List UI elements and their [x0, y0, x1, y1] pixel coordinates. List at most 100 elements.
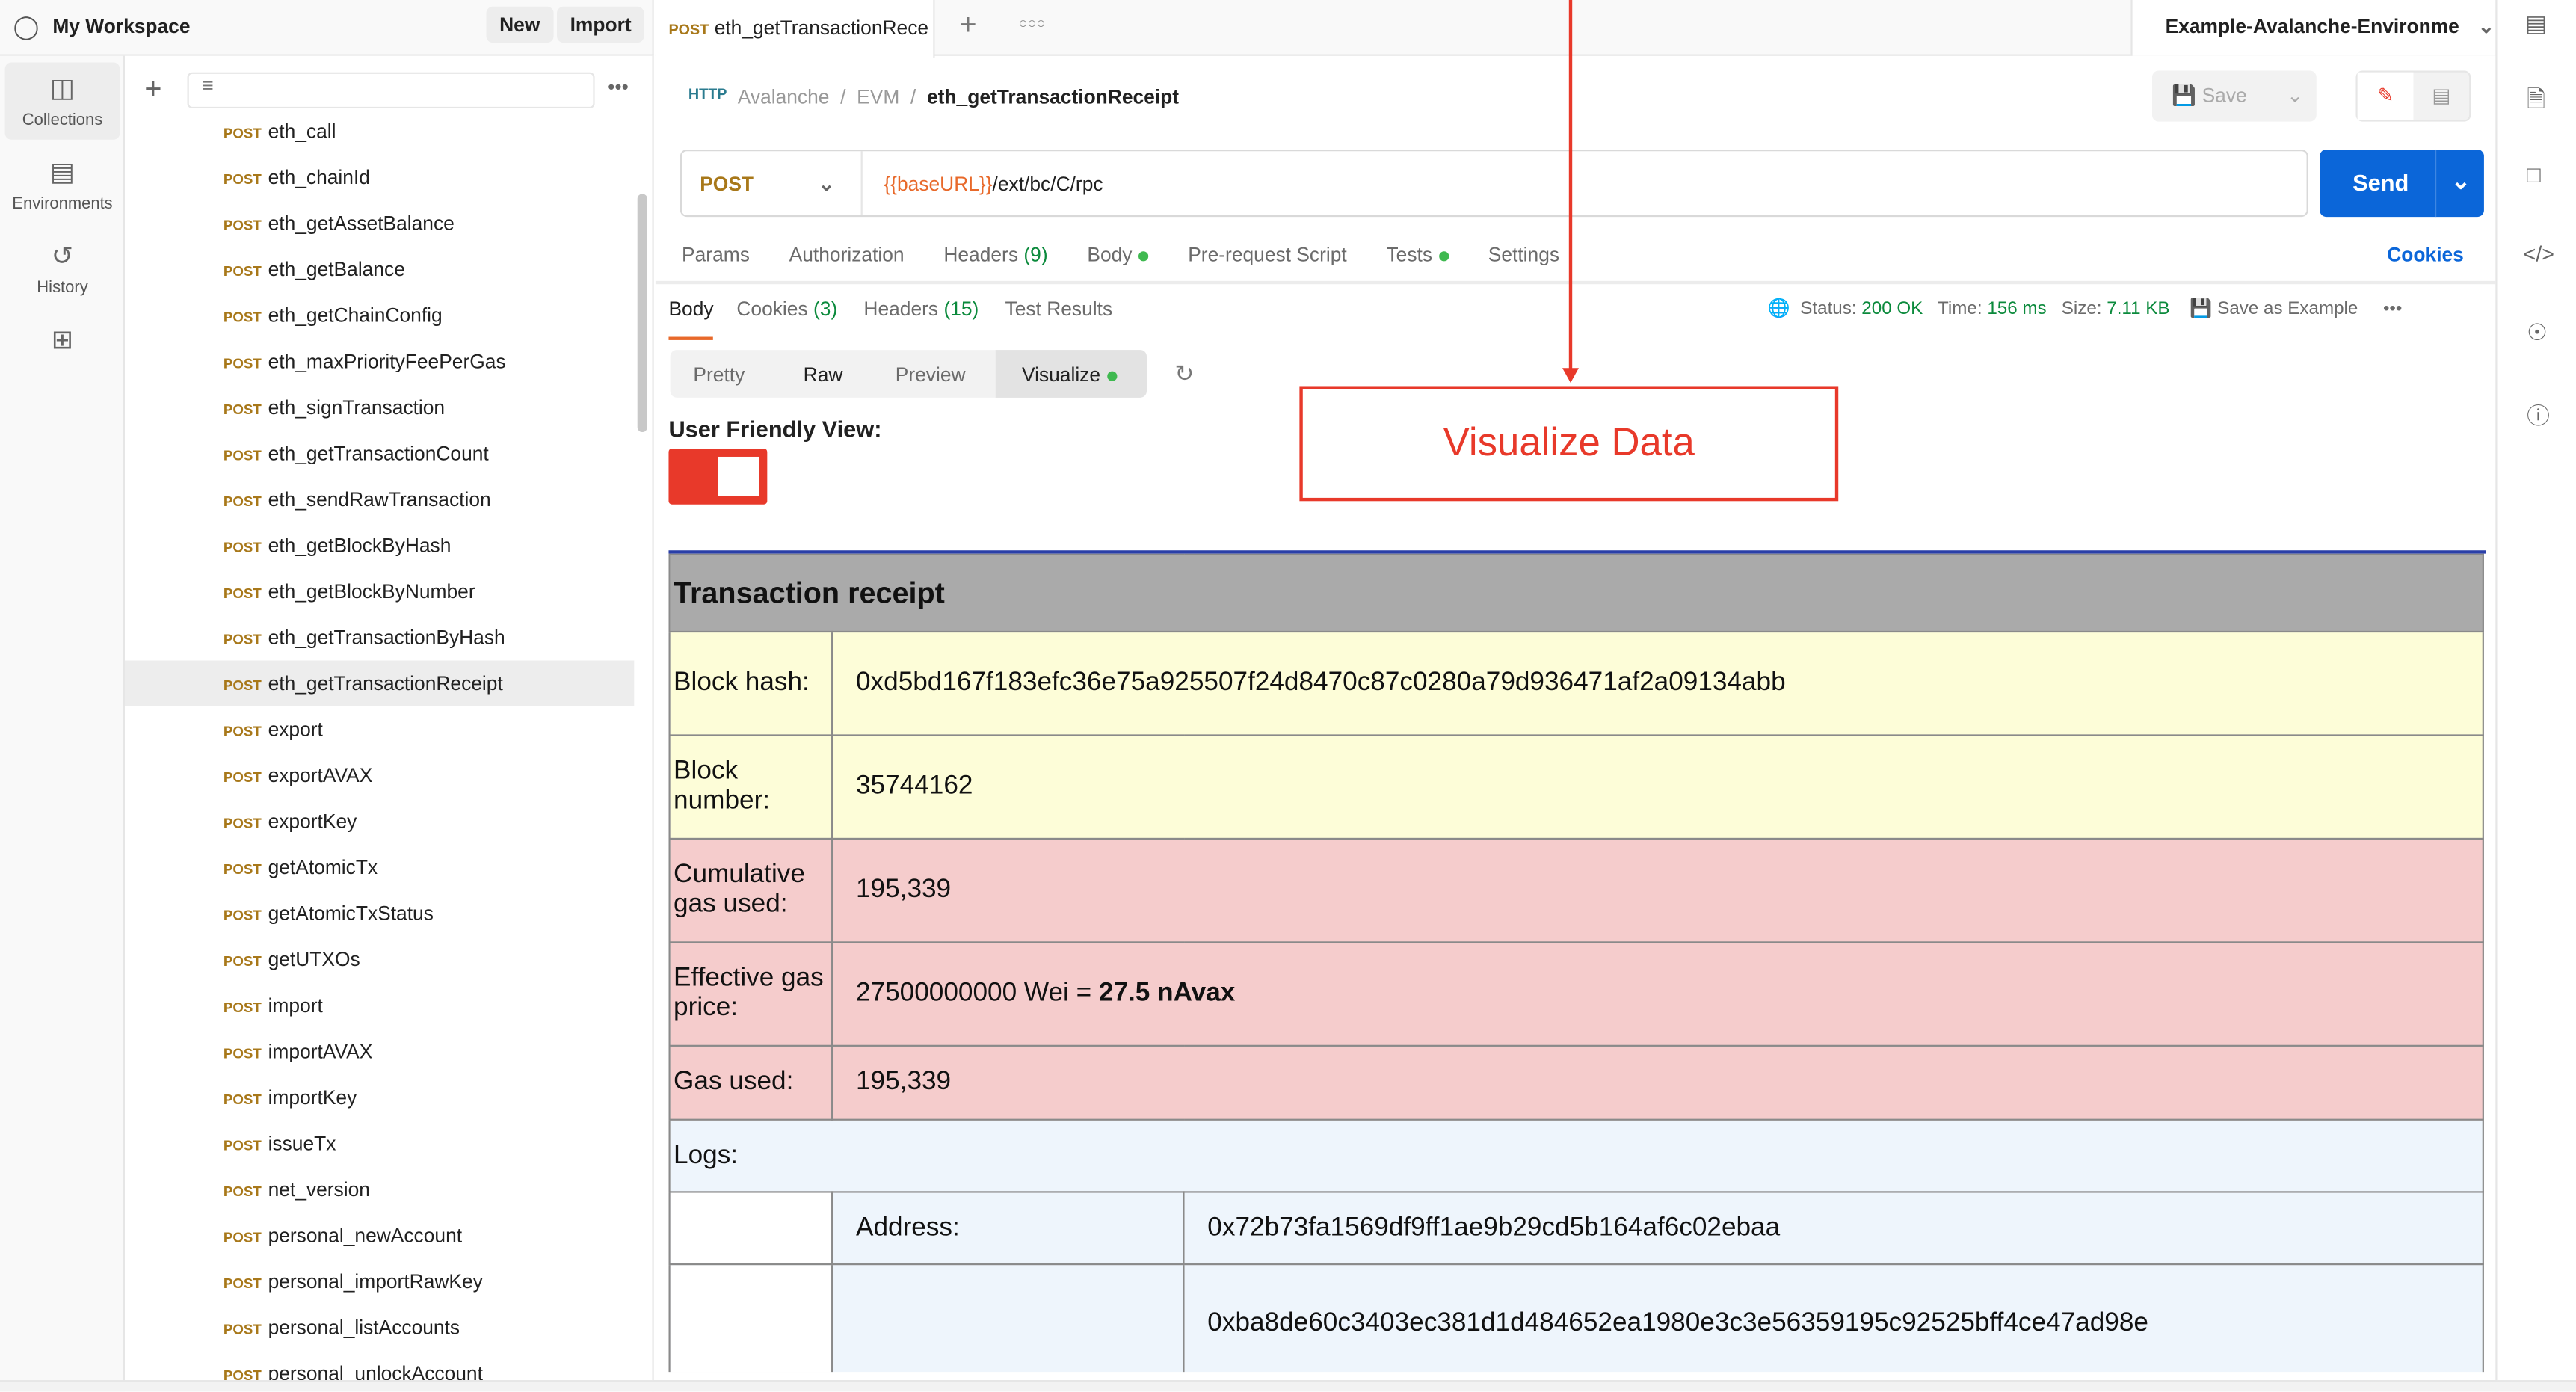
breadcrumb: Avalanche / EVM / eth_getTransactionRece…: [737, 85, 1180, 109]
refresh-icon[interactable]: ↻: [1174, 360, 1194, 387]
mode-toggle[interactable]: ✎ ▤: [2355, 70, 2471, 122]
new-tab-icon[interactable]: +: [959, 8, 976, 43]
documentation-icon[interactable]: 🗎: [2527, 82, 2545, 122]
mode-pretty[interactable]: Pretty: [693, 363, 745, 387]
request-item[interactable]: POST eth_getTransactionCount: [125, 431, 634, 477]
method-badge: POST: [223, 1044, 262, 1062]
globe-icon[interactable]: 🌐: [1768, 299, 1790, 318]
send-button[interactable]: Send ⌄: [2320, 149, 2484, 218]
method-badge: POST: [223, 1136, 262, 1154]
request-item[interactable]: POST getAtomicTx: [125, 845, 634, 891]
tab-body[interactable]: Body: [1087, 243, 1149, 266]
request-item[interactable]: POST net_version: [125, 1166, 634, 1213]
edit-icon[interactable]: ✎: [2357, 72, 2414, 120]
tab-response-headers[interactable]: Headers (15): [863, 298, 979, 321]
method-badge: POST: [223, 907, 262, 924]
request-item[interactable]: POST exportAVAX: [125, 753, 634, 799]
chevron-down-icon[interactable]: ⌄: [2451, 167, 2471, 195]
lightbulb-icon[interactable]: ☉: [2527, 318, 2548, 346]
request-item[interactable]: POST eth_getBlockByHash: [125, 523, 634, 569]
request-item[interactable]: POST personal_listAccounts: [125, 1305, 634, 1351]
scrollbar[interactable]: [637, 194, 647, 432]
comment-icon[interactable]: ▤: [2413, 84, 2469, 107]
add-icon[interactable]: +: [144, 73, 161, 107]
request-item[interactable]: POST eth_getTransactionReceipt: [125, 660, 635, 707]
mode-preview[interactable]: Preview: [896, 363, 966, 387]
tab-headers[interactable]: Headers (9): [943, 243, 1047, 266]
method-badge: POST: [223, 309, 262, 326]
tab-response-body[interactable]: Body: [668, 297, 714, 340]
tab-settings[interactable]: Settings: [1488, 243, 1559, 266]
new-button[interactable]: New: [486, 6, 553, 43]
chevron-down-icon: ⌄: [2477, 14, 2495, 38]
request-item[interactable]: POST personal_importRawKey: [125, 1258, 634, 1305]
row-label: Address:: [831, 1191, 1185, 1266]
url-input[interactable]: {{baseURL}}/ext/bc/C/rpc: [884, 173, 1103, 196]
request-item[interactable]: POST personal_newAccount: [125, 1213, 634, 1259]
tab-response-cookies[interactable]: Cookies (3): [736, 298, 837, 321]
request-item[interactable]: POST eth_chainId: [125, 155, 634, 201]
request-item[interactable]: POST eth_getBalance: [125, 247, 634, 293]
request-item[interactable]: POST eth_getTransactionByHash: [125, 615, 634, 661]
info-icon[interactable]: ⓘ: [2527, 399, 2550, 432]
environment-select[interactable]: Example-Avalanche-Environme ⌄: [2130, 0, 2496, 56]
nav-history[interactable]: ↺ History: [5, 230, 120, 307]
code-icon[interactable]: </>: [2524, 241, 2554, 266]
filter-input[interactable]: ≡: [187, 72, 595, 109]
more-icon[interactable]: •••: [608, 76, 629, 99]
request-item[interactable]: POST eth_signTransaction: [125, 384, 634, 431]
tab-test-results[interactable]: Test Results: [1005, 298, 1113, 321]
request-name: eth_call: [268, 120, 336, 144]
method-select[interactable]: POST ⌄: [682, 151, 863, 215]
logs-label: Logs:: [668, 1118, 2484, 1193]
breadcrumb-collection[interactable]: Avalanche: [738, 85, 830, 108]
mode-raw[interactable]: Raw: [804, 363, 843, 387]
request-item[interactable]: POST eth_sendRawTransaction: [125, 476, 634, 523]
request-name: getUTXOs: [268, 948, 360, 971]
environment-quicklook-icon[interactable]: ▤: [2525, 10, 2547, 37]
workspace-header: ◯ My Workspace New Import: [0, 0, 654, 56]
history-icon: ↺: [51, 243, 74, 271]
tab-pre-request-script[interactable]: Pre-request Script: [1188, 243, 1347, 266]
request-item[interactable]: POST eth_getBlockByNumber: [125, 568, 634, 615]
more-icon[interactable]: •••: [2383, 299, 2402, 318]
import-button[interactable]: Import: [557, 6, 645, 43]
log-topics-value: 0xba8de60c3403ec381d1d484652ea1980e3c3e5…: [1183, 1263, 2484, 1373]
request-item[interactable]: POST getUTXOs: [125, 937, 634, 983]
request-item[interactable]: POST eth_getAssetBalance: [125, 200, 634, 247]
tab-more-icon[interactable]: ○○○: [1019, 15, 1046, 31]
nav-apps[interactable]: ⊞: [5, 314, 120, 373]
tab-tests[interactable]: Tests: [1386, 243, 1449, 266]
request-tab[interactable]: POST eth_getTransactionRece: [655, 0, 935, 58]
row-label: Cumulative gas used:: [668, 837, 833, 943]
apps-icon: ⊞: [51, 327, 74, 355]
filter-icon: ≡: [202, 73, 214, 97]
request-item[interactable]: POST import: [125, 982, 634, 1029]
save-button[interactable]: 💾 Save ⌄: [2151, 70, 2317, 122]
request-item[interactable]: POST exportKey: [125, 798, 634, 845]
request-item[interactable]: POST importAVAX: [125, 1029, 634, 1075]
tab-authorization[interactable]: Authorization: [789, 243, 905, 266]
cookies-link[interactable]: Cookies: [2387, 243, 2464, 266]
request-item[interactable]: POST getAtomicTxStatus: [125, 890, 634, 937]
save-as-example-button[interactable]: 💾 Save as Example: [2190, 299, 2358, 318]
collections-panel: + ≡ ••• POST eth_call POST eth_chainId POST e…: [125, 55, 654, 1392]
request-item[interactable]: POST export: [125, 706, 634, 753]
tab-params[interactable]: Params: [682, 243, 750, 266]
environment-name: Example-Avalanche-Environme: [2165, 14, 2459, 38]
breadcrumb-folder[interactable]: EVM: [857, 85, 899, 108]
request-item[interactable]: POST issueTx: [125, 1121, 634, 1167]
response-status: 🌐 Status: 200 OK Time: 156 ms Size: 7.11…: [1767, 298, 2403, 319]
request-item[interactable]: POST importKey: [125, 1074, 634, 1121]
mode-visualize[interactable]: Visualize: [995, 350, 1147, 398]
nav-environments[interactable]: ▤ Environments: [5, 147, 120, 224]
request-item[interactable]: POST eth_call: [125, 108, 634, 155]
request-name: importKey: [268, 1085, 357, 1109]
comments-icon[interactable]: □: [2527, 161, 2541, 187]
request-item[interactable]: POST eth_maxPriorityFeePerGas: [125, 339, 634, 385]
friendly-view-toggle[interactable]: [668, 448, 768, 505]
request-item[interactable]: POST eth_getChainConfig: [125, 292, 634, 339]
method-badge: POST: [223, 1320, 262, 1337]
save-icon: 💾: [2172, 84, 2197, 107]
nav-collections[interactable]: ◫ Collections: [4, 62, 120, 140]
